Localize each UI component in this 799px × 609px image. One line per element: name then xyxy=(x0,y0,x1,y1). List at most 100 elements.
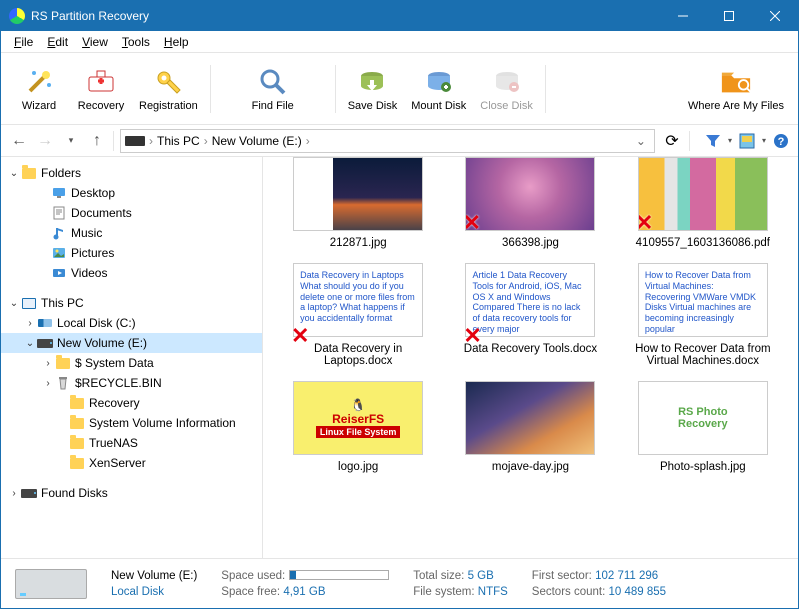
file-grid[interactable]: 212871.jpg ✕ 366398.jpg ✕ 4109557_160313… xyxy=(263,157,798,558)
status-free-label: Space free: xyxy=(221,586,280,598)
tree-xenserver[interactable]: ›XenServer xyxy=(1,453,262,473)
file-item[interactable]: ✕ 366398.jpg xyxy=(451,157,609,249)
thumbnail: RS Photo Recovery xyxy=(638,381,768,455)
thumbnail: ✕ xyxy=(638,157,768,231)
save-disk-button[interactable]: Save Disk xyxy=(342,62,404,116)
up-button[interactable]: ↑ xyxy=(87,131,107,151)
help-button[interactable]: ? xyxy=(772,132,790,150)
tree-svi[interactable]: ›System Volume Information xyxy=(1,413,262,433)
menu-file[interactable]: File xyxy=(7,33,40,51)
pc-icon xyxy=(21,295,37,311)
status-fs-label: File system: xyxy=(413,586,474,598)
deleted-icon: ✕ xyxy=(638,212,653,231)
sidebar: ⌄Folders ›Desktop ›Documents ›Music ›Pic… xyxy=(1,157,263,558)
tree-pictures[interactable]: ›Pictures xyxy=(1,243,262,263)
tree-system-data[interactable]: ›$ System Data xyxy=(1,353,262,373)
recovery-button[interactable]: Recovery xyxy=(71,62,131,116)
titlebar: RS Partition Recovery xyxy=(1,1,798,31)
tree-folders[interactable]: ⌄Folders xyxy=(1,163,262,183)
thumbnail xyxy=(465,381,595,455)
mount-disk-button[interactable]: Mount Disk xyxy=(405,62,472,116)
space-meter xyxy=(289,570,389,580)
file-item[interactable]: How to Recover Data from Virtual Machine… xyxy=(624,263,782,367)
back-button[interactable]: ← xyxy=(9,131,29,151)
tree-desktop[interactable]: ›Desktop xyxy=(1,183,262,203)
wizard-button[interactable]: Wizard xyxy=(9,62,69,116)
tree-recycle[interactable]: ›$RECYCLE.BIN xyxy=(1,373,262,393)
menubar: File Edit View Tools Help xyxy=(1,31,798,53)
maximize-button[interactable] xyxy=(706,1,752,31)
tree-this-pc[interactable]: ⌄This PC xyxy=(1,293,262,313)
navbar: ← → ▾ ↑ › This PC › New Volume (E:) › ⌄ … xyxy=(1,125,798,157)
status-first-val: 102 711 296 xyxy=(595,570,658,582)
find-file-button[interactable]: Find File xyxy=(243,62,303,116)
file-item[interactable]: 212871.jpg xyxy=(279,157,437,249)
file-item[interactable]: 🐧ReiserFSLinux File System logo.jpg xyxy=(279,381,437,473)
file-item[interactable]: mojave-day.jpg xyxy=(451,381,609,473)
filter-button[interactable] xyxy=(704,132,722,150)
chevron-right-icon: › xyxy=(306,134,310,148)
menu-view[interactable]: View xyxy=(75,33,115,51)
thumbnail: 🐧ReiserFSLinux File System xyxy=(293,381,423,455)
status-count-label: Sectors count: xyxy=(532,586,606,598)
where-files-button[interactable]: Where Are My Files xyxy=(682,62,790,116)
music-icon xyxy=(51,225,67,241)
breadcrumb-pc[interactable]: This PC xyxy=(157,134,200,148)
tree-new-volume[interactable]: ⌄New Volume (E:) xyxy=(1,333,262,353)
refresh-button[interactable]: ⟳ xyxy=(661,130,683,152)
disk-icon xyxy=(125,136,145,146)
menu-help[interactable]: Help xyxy=(157,33,196,51)
status-free-val: 4,91 GB xyxy=(283,586,325,598)
history-dropdown[interactable]: ▾ xyxy=(61,131,81,151)
deleted-icon: ✕ xyxy=(465,212,480,231)
file-caption: How to Recover Data from Virtual Machine… xyxy=(628,343,778,367)
statusbar: New Volume (E:) Local Disk Space used: S… xyxy=(1,558,798,608)
status-disk-icon xyxy=(15,569,87,599)
tree-local-disk[interactable]: ›Local Disk (C:) xyxy=(1,313,262,333)
status-vol-name: New Volume (E:) xyxy=(111,570,197,582)
file-caption: Photo-splash.jpg xyxy=(660,461,746,473)
file-caption: logo.jpg xyxy=(338,461,378,473)
file-caption: mojave-day.jpg xyxy=(492,461,569,473)
tree-music[interactable]: ›Music xyxy=(1,223,262,243)
file-item[interactable]: Data Recovery in Laptops What should you… xyxy=(279,263,437,367)
view-button[interactable] xyxy=(738,132,756,150)
recycle-icon xyxy=(55,375,71,391)
menu-edit[interactable]: Edit xyxy=(40,33,75,51)
window-title: RS Partition Recovery xyxy=(31,9,660,23)
file-caption: Data Recovery Tools.docx xyxy=(464,343,597,355)
status-count-val: 10 489 855 xyxy=(609,586,667,598)
chevron-right-icon: › xyxy=(149,134,153,148)
videos-icon xyxy=(51,265,67,281)
documents-icon xyxy=(51,205,67,221)
app-icon xyxy=(9,8,25,24)
toolbar: Wizard Recovery Registration Find File S… xyxy=(1,53,798,125)
file-item[interactable]: ✕ 4109557_1603136086.pdf xyxy=(624,157,782,249)
file-caption: 366398.jpg xyxy=(502,237,559,249)
tree-recovery[interactable]: ›Recovery xyxy=(1,393,262,413)
disk-icon xyxy=(37,335,53,351)
deleted-icon: ✕ xyxy=(291,325,309,371)
breadcrumb-volume[interactable]: New Volume (E:) xyxy=(212,134,302,148)
file-item[interactable]: Article 1 Data Recovery Tools for Androi… xyxy=(451,263,609,367)
thumbnail: How to Recover Data from Virtual Machine… xyxy=(638,263,768,337)
deleted-icon: ✕ xyxy=(463,325,481,371)
status-first-label: First sector: xyxy=(532,570,592,582)
file-caption: 212871.jpg xyxy=(330,237,387,249)
status-used-label: Space used: xyxy=(221,570,285,582)
minimize-button[interactable] xyxy=(660,1,706,31)
status-vol-type: Local Disk xyxy=(111,586,197,598)
tree-videos[interactable]: ›Videos xyxy=(1,263,262,283)
file-item[interactable]: RS Photo Recovery Photo-splash.jpg xyxy=(624,381,782,473)
pictures-icon xyxy=(51,245,67,261)
tree-found-disks[interactable]: ›Found Disks xyxy=(1,483,262,503)
tree-truenas[interactable]: ›TrueNAS xyxy=(1,433,262,453)
close-button[interactable] xyxy=(752,1,798,31)
breadcrumb-dropdown[interactable]: ⌄ xyxy=(632,134,650,148)
desktop-icon xyxy=(51,185,67,201)
registration-button[interactable]: Registration xyxy=(133,62,204,116)
tree-documents[interactable]: ›Documents xyxy=(1,203,262,223)
breadcrumb[interactable]: › This PC › New Volume (E:) › ⌄ xyxy=(120,129,655,153)
thumbnail xyxy=(293,157,423,231)
menu-tools[interactable]: Tools xyxy=(115,33,157,51)
